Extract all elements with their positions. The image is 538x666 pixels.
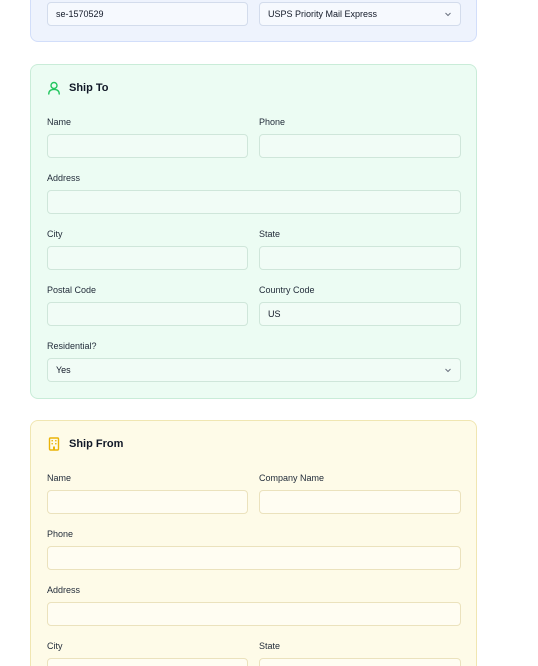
shipment-details-card: se-1570529 USPS Priority Mail Express bbox=[30, 0, 477, 42]
ship-to-residential-value: Yes bbox=[56, 365, 71, 375]
ship-to-heading: Ship To bbox=[47, 81, 109, 95]
ship-to-residential-label: Residential? bbox=[47, 341, 97, 351]
ship-from-card: Ship From Name Company Name Phone Addres… bbox=[30, 420, 477, 666]
reference-input[interactable]: se-1570529 bbox=[47, 2, 248, 26]
ship-from-phone-label: Phone bbox=[47, 529, 74, 539]
shipping-form: se-1570529 USPS Priority Mail Express Sh… bbox=[0, 0, 538, 666]
ship-from-city-input[interactable] bbox=[47, 658, 248, 666]
ship-from-heading: Ship From bbox=[47, 437, 123, 451]
ship-from-name-label: Name bbox=[47, 473, 72, 483]
ship-to-city-input[interactable] bbox=[47, 246, 248, 270]
ship-from-phone-input[interactable] bbox=[47, 546, 461, 570]
ship-from-address-input[interactable] bbox=[47, 602, 461, 626]
ship-from-name-input[interactable] bbox=[47, 490, 248, 514]
reference-value: se-1570529 bbox=[56, 9, 104, 19]
service-select[interactable]: USPS Priority Mail Express bbox=[259, 2, 461, 26]
ship-to-postal-input[interactable] bbox=[47, 302, 248, 326]
ship-to-name-label: Name bbox=[47, 117, 72, 127]
ship-to-postal-label: Postal Code bbox=[47, 285, 97, 295]
ship-from-address-label: Address bbox=[47, 585, 81, 595]
ship-to-address-input[interactable] bbox=[47, 190, 461, 214]
ship-from-city-label: City bbox=[47, 641, 63, 651]
chevron-down-icon bbox=[445, 12, 451, 17]
ship-to-card: Ship To Name Phone Address City State Po… bbox=[30, 64, 477, 399]
ship-to-country-input[interactable]: US bbox=[259, 302, 461, 326]
ship-to-name-input[interactable] bbox=[47, 134, 248, 158]
ship-from-title: Ship From bbox=[69, 438, 124, 450]
ship-to-residential-select[interactable]: Yes bbox=[47, 358, 461, 382]
ship-from-company-input[interactable] bbox=[259, 490, 461, 514]
ship-to-phone-input[interactable] bbox=[259, 134, 461, 158]
ship-to-country-label: Country Code bbox=[259, 285, 315, 295]
ship-to-state-label: State bbox=[259, 229, 281, 239]
ship-from-company-label: Company Name bbox=[259, 473, 325, 483]
ship-from-state-input[interactable] bbox=[259, 658, 461, 666]
ship-to-state-input[interactable] bbox=[259, 246, 461, 270]
chevron-down-icon bbox=[445, 368, 451, 373]
ship-to-country-value: US bbox=[268, 309, 281, 319]
building-icon bbox=[48, 437, 60, 451]
service-value: USPS Priority Mail Express bbox=[268, 9, 378, 19]
ship-from-state-label: State bbox=[259, 641, 281, 651]
ship-to-title: Ship To bbox=[69, 82, 109, 94]
user-icon bbox=[48, 81, 60, 95]
ship-to-phone-label: Phone bbox=[259, 117, 286, 127]
ship-to-city-label: City bbox=[47, 229, 63, 239]
ship-to-address-label: Address bbox=[47, 173, 81, 183]
